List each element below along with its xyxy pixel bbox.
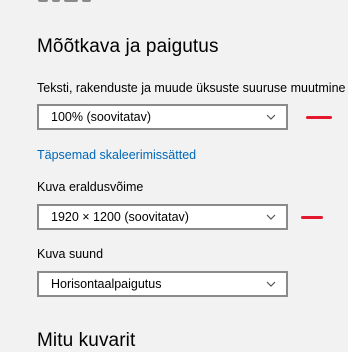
orientation-value: Horisontaalpaigutus: [51, 277, 162, 291]
chevron-down-icon: [266, 114, 276, 120]
orientation-label: Kuva suund: [37, 247, 104, 261]
chevron-down-icon: [266, 214, 276, 220]
text-size-value: 100% (soovitatav): [51, 110, 152, 124]
text-size-label: Teksti, rakenduste ja muude üksuste suur…: [37, 81, 346, 95]
resolution-value: 1920 × 1200 (soovitatav): [51, 210, 189, 224]
red-annotation-mark: [306, 116, 332, 119]
orientation-dropdown[interactable]: Horisontaalpaigutus: [37, 271, 288, 297]
resolution-dropdown[interactable]: 1920 × 1200 (soovitatav): [37, 204, 288, 230]
section-title-scale-layout: Mõõtkava ja paigutus: [37, 36, 219, 57]
resolution-label: Kuva eraldusvõime: [37, 180, 144, 194]
chevron-down-icon: [266, 281, 276, 287]
advanced-scaling-link[interactable]: Täpsemad skaleerimissätted: [37, 148, 196, 162]
text-size-dropdown[interactable]: 100% (soovitatav): [37, 104, 288, 130]
red-annotation-mark: [301, 216, 323, 219]
section-title-multiple-displays: Mitu kuvarit: [37, 330, 136, 351]
clipped-heading-fragment: [38, 0, 98, 4]
